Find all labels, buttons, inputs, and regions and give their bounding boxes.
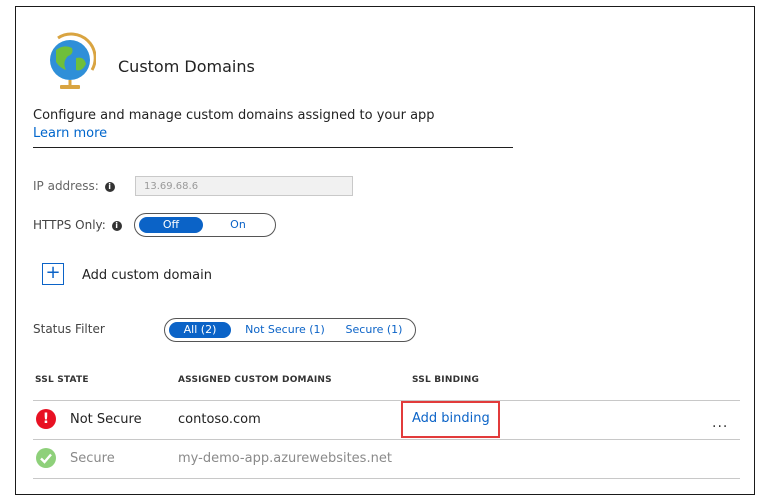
page-title: Custom Domains [118, 57, 255, 76]
column-header-ssl-binding: SSL BINDING [412, 375, 480, 385]
domain-azurewebsites: my-demo-app.azurewebsites.net [178, 451, 392, 466]
more-options-button[interactable]: ... [712, 415, 728, 431]
plus-icon[interactable]: + [42, 263, 64, 285]
learn-more-link[interactable]: Learn more [33, 126, 107, 141]
error-icon: ! [36, 409, 56, 429]
check-icon [40, 453, 52, 464]
https-only-toggle[interactable]: Off On [134, 213, 276, 237]
status-filter-toggle[interactable]: All (2) Not Secure (1) Secure (1) [164, 318, 416, 342]
https-only-label: HTTPS Only: i [33, 218, 122, 232]
filter-secure-option[interactable]: Secure (1) [337, 322, 411, 338]
status-filter-label: Status Filter [33, 322, 105, 336]
column-header-ssl-state: SSL STATE [35, 375, 89, 385]
check-circle-icon [36, 448, 56, 468]
filter-not-secure-option[interactable]: Not Secure (1) [237, 322, 333, 338]
ssl-state-not-secure: Not Secure [70, 412, 142, 427]
table-divider [33, 478, 740, 479]
filter-all-option[interactable]: All (2) [169, 322, 231, 338]
https-only-label-text: HTTPS Only: [33, 218, 106, 232]
ip-address-label: IP address: i [33, 179, 115, 193]
globe-icon [50, 32, 96, 89]
info-icon[interactable]: i [104, 181, 115, 192]
column-header-domains: ASSIGNED CUSTOM DOMAINS [178, 375, 332, 385]
ip-address-field[interactable] [135, 176, 353, 196]
divider [33, 147, 513, 148]
https-on-option[interactable]: On [207, 217, 269, 233]
ssl-state-secure: Secure [70, 451, 115, 466]
add-binding-link[interactable]: Add binding [412, 411, 490, 426]
page-description: Configure and manage custom domains assi… [33, 108, 435, 123]
domain-contoso: contoso.com [178, 412, 261, 427]
info-icon[interactable]: i [111, 220, 122, 231]
add-custom-domain-button[interactable]: Add custom domain [82, 268, 212, 283]
table-divider [33, 439, 740, 440]
https-off-option[interactable]: Off [139, 217, 203, 233]
ip-address-label-text: IP address: [33, 179, 99, 193]
table-divider [33, 400, 740, 401]
